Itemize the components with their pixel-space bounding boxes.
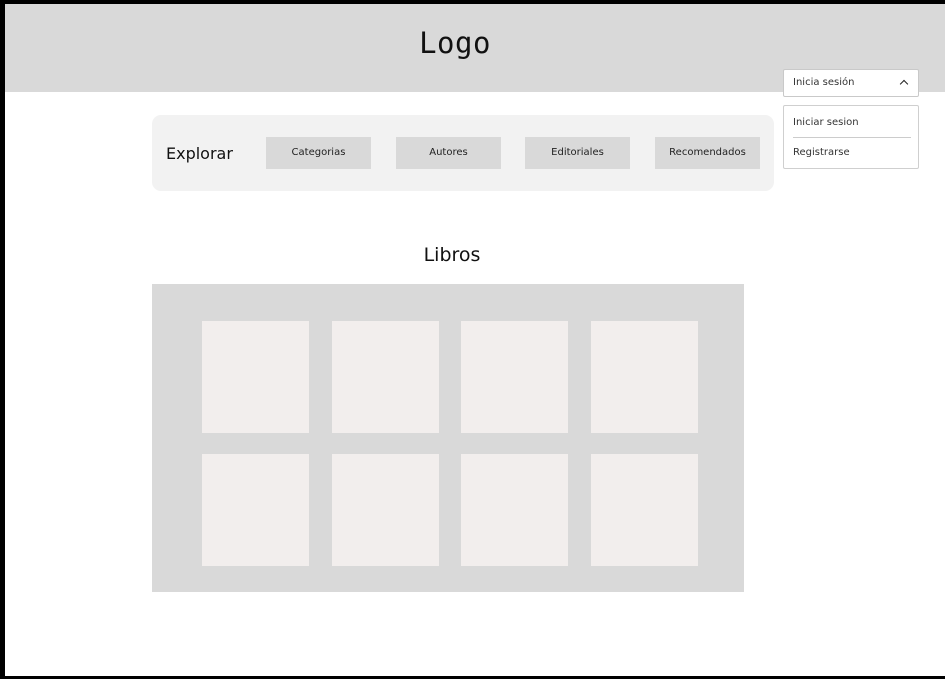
- autores-button[interactable]: Autores: [396, 137, 501, 169]
- page-frame: Logo Inicia sesión Iniciar sesion Regist…: [5, 4, 945, 676]
- books-section-title: Libros: [423, 244, 481, 266]
- login-dropdown-label: Inicia sesión: [793, 77, 855, 88]
- recomendados-button[interactable]: Recomendados: [655, 137, 760, 169]
- logo: Logo: [419, 26, 491, 60]
- explore-label: Explorar: [166, 144, 233, 163]
- categorias-button[interactable]: Categorias: [266, 137, 371, 169]
- book-card[interactable]: [332, 321, 439, 433]
- chevron-up-icon: [899, 79, 909, 89]
- books-grid: [152, 284, 744, 592]
- explore-bar: Explorar Categorias Autores Editoriales …: [152, 115, 774, 191]
- login-dropdown-menu: Iniciar sesion Registrarse: [783, 105, 919, 169]
- menu-item-iniciar-sesion[interactable]: Iniciar sesion: [793, 117, 859, 128]
- book-card[interactable]: [461, 454, 568, 566]
- editoriales-button[interactable]: Editoriales: [525, 137, 630, 169]
- book-card[interactable]: [332, 454, 439, 566]
- menu-item-registrarse[interactable]: Registrarse: [793, 147, 850, 158]
- book-card[interactable]: [202, 321, 309, 433]
- login-dropdown[interactable]: Inicia sesión: [783, 69, 919, 97]
- book-card[interactable]: [591, 321, 698, 433]
- book-card[interactable]: [202, 454, 309, 566]
- book-card[interactable]: [591, 454, 698, 566]
- menu-divider: [793, 137, 911, 138]
- book-card[interactable]: [461, 321, 568, 433]
